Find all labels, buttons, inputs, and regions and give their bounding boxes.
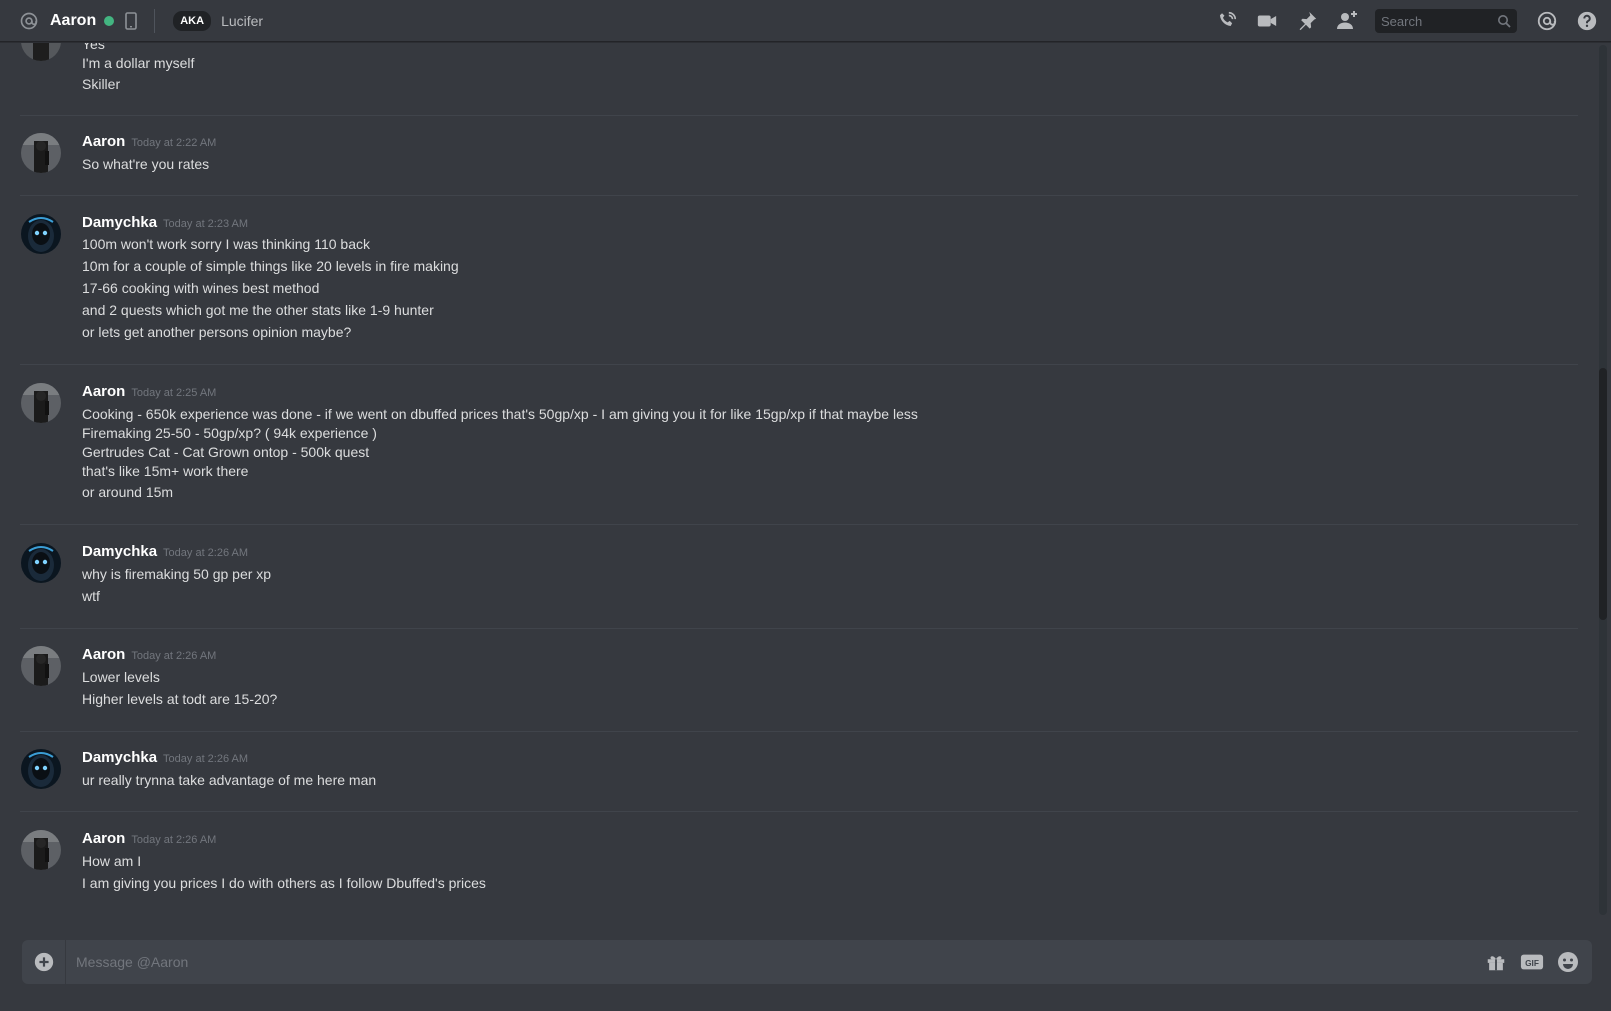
header-divider	[154, 8, 156, 33]
message-timestamp: Today at 2:26 AM	[163, 547, 249, 559]
message-line: So what're you rates	[82, 156, 210, 172]
search-icon	[1497, 14, 1511, 28]
message-timestamp: Today at 2:26 AM	[131, 650, 217, 662]
recipient-name[interactable]: Aaron	[50, 12, 96, 30]
message-divider	[20, 628, 1578, 629]
message-header: Aaron Today at 2:26 AM	[82, 830, 216, 847]
message-line: that's like 15m+ work there	[82, 463, 249, 479]
message-divider	[20, 731, 1578, 732]
avatar-aaron[interactable]	[21, 830, 61, 870]
video-call-icon[interactable]	[1255, 9, 1279, 33]
avatar-damychka[interactable]	[21, 543, 61, 583]
message-author[interactable]: Aaron	[82, 646, 125, 663]
message-author[interactable]: Damychka	[82, 543, 157, 560]
search-bar[interactable]	[1375, 9, 1517, 33]
message-line: Yes	[82, 43, 105, 52]
message-timestamp: Today at 2:26 AM	[163, 753, 249, 765]
message-author[interactable]: Damychka	[82, 214, 157, 231]
avatar-damychka[interactable]	[21, 749, 61, 789]
message-line: 17-66 cooking with wines best method	[82, 280, 320, 296]
message-line: Higher levels at todt are 15-20?	[82, 691, 278, 707]
search-input[interactable]	[1375, 12, 1493, 30]
message-divider	[20, 364, 1578, 365]
at-icon	[18, 10, 40, 32]
message-divider	[20, 811, 1578, 812]
message-line: why is firemaking 50 gp per xp	[82, 566, 272, 582]
message-line: Lower levels	[82, 669, 160, 685]
message-line: wtf	[82, 588, 100, 604]
message-header: Damychka Today at 2:26 AM	[82, 543, 248, 560]
message-divider	[20, 524, 1578, 525]
scrollbar-thumb[interactable]	[1599, 368, 1607, 620]
message-line: or lets get another persons opinion mayb…	[82, 324, 352, 340]
online-status-indicator	[104, 15, 115, 26]
message-line: 10m for a couple of simple things like 2…	[82, 258, 459, 274]
message-list[interactable]: Yes I'm a dollar myself Skiller Aaron To…	[0, 43, 1600, 911]
pin-icon[interactable]	[1295, 9, 1319, 33]
message-header: Damychka Today at 2:26 AM	[82, 749, 248, 766]
message-divider	[20, 195, 1578, 196]
message-timestamp: Today at 2:26 AM	[131, 834, 217, 846]
message-input[interactable]	[66, 953, 1484, 971]
emoji-icon[interactable]	[1556, 950, 1580, 974]
message-line: Cooking - 650k experience was done - if …	[82, 406, 918, 422]
message-author[interactable]: Aaron	[82, 383, 125, 400]
gif-icon[interactable]: GIF	[1520, 950, 1544, 974]
avatar-aaron[interactable]	[21, 646, 61, 686]
message-header: Aaron Today at 2:25 AM	[82, 383, 216, 400]
aka-badge: AKA	[173, 10, 212, 31]
message-author[interactable]: Damychka	[82, 749, 157, 766]
message-header: Aaron Today at 2:22 AM	[82, 133, 216, 150]
mention-icon[interactable]	[1535, 9, 1559, 33]
message-line: Skiller	[82, 76, 121, 92]
add-friend-icon[interactable]	[1335, 9, 1359, 33]
message-author[interactable]: Aaron	[82, 830, 125, 847]
avatar-aaron[interactable]	[21, 133, 61, 173]
svg-text:GIF: GIF	[1525, 958, 1539, 968]
message-header: Aaron Today at 2:26 AM	[82, 646, 216, 663]
message-author[interactable]: Aaron	[82, 133, 125, 150]
voice-call-icon[interactable]	[1215, 9, 1239, 33]
gift-icon[interactable]	[1484, 950, 1508, 974]
message-line: or around 15m	[82, 484, 174, 500]
message-timestamp: Today at 2:23 AM	[163, 218, 249, 230]
message-line: and 2 quests which got me the other stat…	[82, 302, 434, 318]
avatar-damychka[interactable]	[21, 214, 61, 254]
message-line: Firemaking 25-50 - 50gp/xp? ( 94k experi…	[82, 425, 377, 441]
message-line: Gertrudes Cat - Cat Grown ontop - 500k q…	[82, 444, 370, 460]
message-line: How am I	[82, 853, 142, 869]
header-toolbar	[1215, 0, 1611, 42]
message-line: ur really trynna take advantage of me he…	[82, 772, 377, 788]
channel-header: Aaron AKA Lucifer	[0, 0, 1611, 42]
message-timestamp: Today at 2:25 AM	[131, 387, 217, 399]
aka-name: Lucifer	[221, 12, 264, 29]
avatar-aaron[interactable]	[21, 383, 61, 423]
message-line: I'm a dollar myself	[82, 55, 195, 71]
mobile-icon	[124, 11, 138, 31]
message-header: Damychka Today at 2:23 AM	[82, 214, 248, 231]
avatar[interactable]	[21, 43, 61, 61]
attach-icon[interactable]	[22, 940, 66, 984]
message-line: 100m won't work sorry I was thinking 110…	[82, 236, 370, 252]
message-divider	[20, 115, 1578, 116]
help-icon[interactable]	[1575, 9, 1599, 33]
message-timestamp: Today at 2:22 AM	[131, 137, 217, 149]
message-composer: GIF	[22, 940, 1592, 984]
message-line: I am giving you prices I do with others …	[82, 875, 486, 891]
